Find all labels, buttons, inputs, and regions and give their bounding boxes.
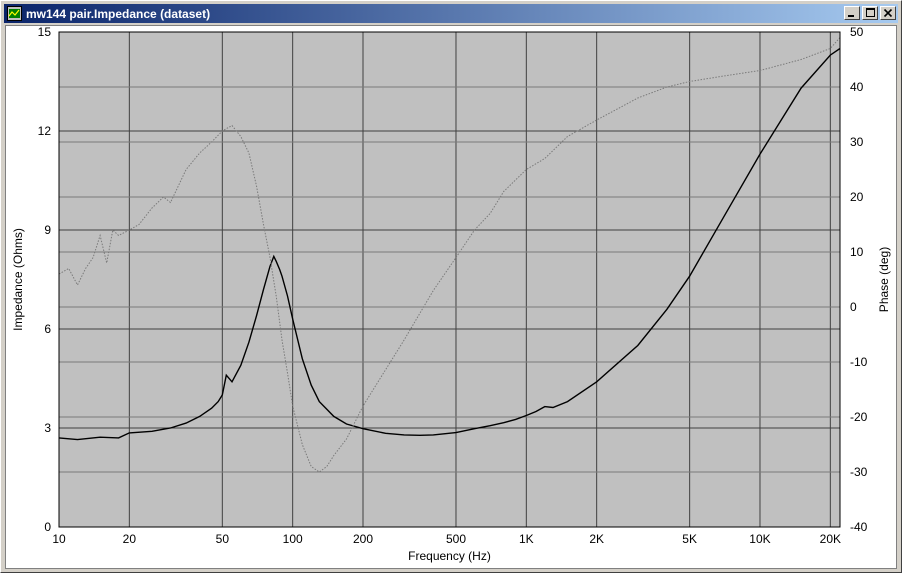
x-tick-label: 200 — [353, 532, 373, 546]
x-tick-label: 50 — [216, 532, 230, 546]
window-title: mw144 pair.Impedance (dataset) — [26, 6, 211, 21]
y-tick-label: 15 — [38, 26, 52, 39]
minimize-button[interactable] — [844, 6, 860, 20]
y-tick-label: 6 — [44, 322, 51, 336]
x-tick-label: 10 — [52, 532, 66, 546]
x-tick-label: 1K — [519, 532, 534, 546]
impedance-chart: 10 20 50 100 200 500 1K 2K 5K 10K 20K03691215-40-3… — [11, 25, 891, 563]
app-icon[interactable] — [7, 6, 22, 21]
y2-tick-label: -40 — [850, 520, 868, 534]
plot-background — [58, 31, 841, 528]
y2-axis-title: Phase (deg) — [877, 247, 891, 312]
y2-tick-label: -20 — [850, 410, 868, 424]
title-bar[interactable]: mw144 pair.Impedance (dataset) — [4, 4, 898, 23]
y2-tick-label: 0 — [850, 300, 857, 314]
y2-tick-label: 30 — [850, 135, 864, 149]
x-tick-label: 2K — [589, 532, 604, 546]
x-tick-label: 500 — [446, 532, 466, 546]
y-tick-label: 12 — [38, 124, 52, 138]
x-tick-label: 10K — [749, 532, 770, 546]
x-tick-label: 20K — [820, 532, 841, 546]
x-tick-label: 100 — [283, 532, 303, 546]
y2-tick-label: -30 — [850, 465, 868, 479]
app-window: mw144 pair.Impedance (dataset) 10 20 50 10 — [0, 0, 902, 573]
close-icon — [883, 8, 893, 18]
y2-tick-label: 50 — [850, 26, 864, 39]
x-tick-label: 20 — [123, 532, 137, 546]
y-tick-label: 0 — [44, 520, 51, 534]
y2-tick-label: -10 — [850, 355, 868, 369]
maximize-icon — [866, 8, 875, 17]
y-axis-title: Impedance (Ohms) — [11, 228, 25, 331]
minimize-icon — [848, 15, 854, 17]
chart-area: 10 20 50 100 200 500 1K 2K 5K 10K 20K 0 3 6 9 12 15 -40 -3… — [5, 25, 897, 569]
maximize-button[interactable] — [862, 6, 878, 20]
y2-tick-label: 10 — [850, 245, 864, 259]
y2-tick-label: 20 — [850, 190, 864, 204]
y2-tick-label: 40 — [850, 80, 864, 94]
y-tick-label: 9 — [44, 223, 51, 237]
y-tick-label: 3 — [44, 421, 51, 435]
close-button[interactable] — [880, 6, 896, 20]
x-tick-label: 5K — [682, 532, 697, 546]
x-axis-title: Frequency (Hz) — [408, 549, 491, 563]
